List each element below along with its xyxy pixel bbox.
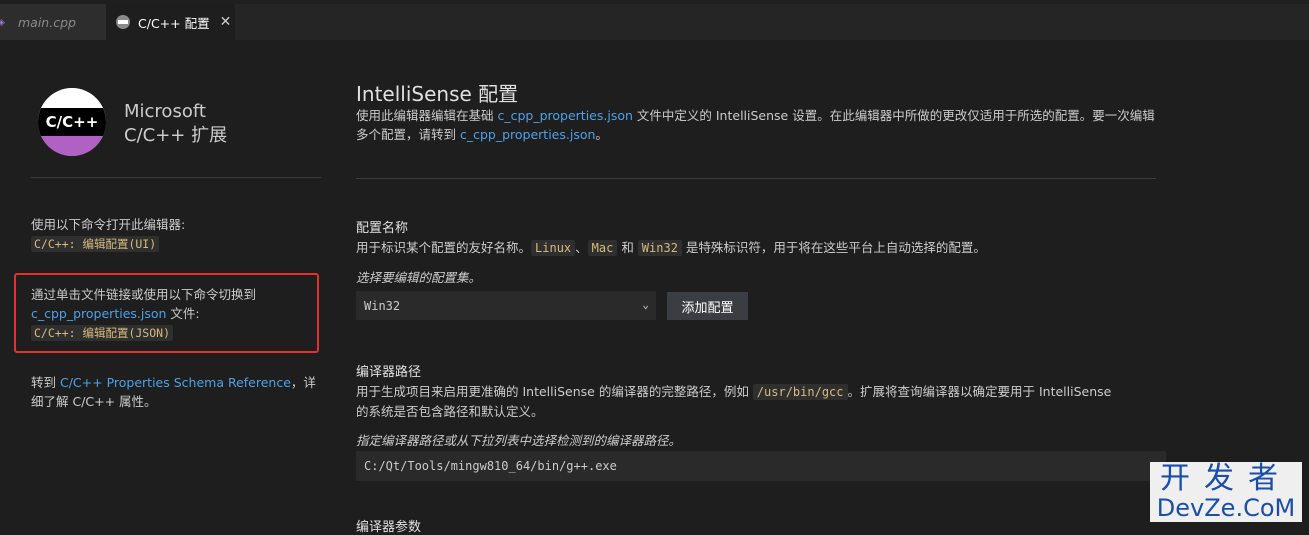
extension-icon xyxy=(116,15,130,29)
tab-label: C/C++ 配置 xyxy=(138,15,210,31)
compiler-path-hint: 指定编译器路径或从下拉列表中选择检测到的编译器路径。 xyxy=(356,433,682,448)
code-gcc-path: /usr/bin/gcc xyxy=(752,384,848,400)
logo-text: C/C++ xyxy=(38,108,106,136)
page-description: 使用此编辑器编辑在基础 c_cpp_properties.json 文件中定义的… xyxy=(356,106,1156,144)
close-icon[interactable]: ✕ xyxy=(220,14,232,30)
desc-json-link-2[interactable]: c_cpp_properties.json xyxy=(460,127,595,142)
compiler-path-description: 用于生成项目来启用更准确的 IntelliSense 的编译器的完整路径，例如 … xyxy=(356,382,1116,421)
extension-title: C/C++ 扩展 xyxy=(124,125,228,146)
open-command-text: 使用以下命令打开此编辑器: xyxy=(31,217,186,232)
cpp-extension-logo: C/C++ xyxy=(38,88,106,156)
desc-json-link-1[interactable]: c_cpp_properties.json xyxy=(497,108,632,123)
desc-text: 用于生成项目来启用更准确的 IntelliSense 的编译器的完整路径，例如 xyxy=(356,384,753,399)
compiler-path-title: 编译器路径 xyxy=(356,365,422,380)
code-win32: Win32 xyxy=(637,240,682,256)
desc-text: 、 xyxy=(575,240,588,255)
ref-prefix: 转到 xyxy=(31,375,60,390)
cpp-file-icon: ◈ xyxy=(0,18,8,28)
add-config-button[interactable]: 添加配置 xyxy=(667,292,748,320)
tab-main-cpp[interactable]: ◈ main.cpp xyxy=(0,4,106,40)
watermark-line2: DevZe.CoM xyxy=(1156,494,1296,522)
desc-text: 使用此编辑器编辑在基础 xyxy=(356,108,498,123)
desc-text: 和 xyxy=(617,240,638,255)
switch-suffix: 文件: xyxy=(166,306,200,321)
code-linux: Linux xyxy=(531,240,576,256)
compiler-args-title: 编译器参数 xyxy=(356,520,422,535)
extension-publisher: Microsoft xyxy=(124,101,206,122)
page-title: IntelliSense 配置 xyxy=(356,82,519,106)
schema-reference-info: 转到 C/C++ Properties Schema Reference，详细了… xyxy=(31,373,321,411)
config-select-value: Win32 xyxy=(364,298,401,313)
chevron-down-icon: ⌄ xyxy=(642,298,649,311)
config-select[interactable]: Win32 ⌄ xyxy=(356,291,656,320)
desc-text: 。 xyxy=(595,127,608,142)
switch-json-info: 通过单击文件链接或使用以下命令切换到 c_cpp_properties.json… xyxy=(31,285,321,343)
config-name-title: 配置名称 xyxy=(356,221,409,236)
tab-label: main.cpp xyxy=(18,14,76,30)
open-command-info: 使用以下命令打开此编辑器: C/C++: 编辑配置(UI) xyxy=(31,215,321,254)
config-name-description: 用于标识某个配置的友好名称。 Linux、 Mac 和 Win32 是特殊标识符，用… xyxy=(356,238,1116,258)
open-command-code: C/C++: 编辑配置(UI) xyxy=(31,236,160,252)
schema-reference-link[interactable]: C/C++ Properties Schema Reference xyxy=(60,375,291,390)
switch-command-code: C/C++: 编辑配置(JSON) xyxy=(31,325,174,341)
desc-text: 用于标识某个配置的友好名称。 xyxy=(356,240,532,255)
extension-name: Microsoft C/C++ 扩展 xyxy=(124,100,227,148)
watermark-line1: 开发者 xyxy=(1160,461,1292,496)
site-watermark: 开发者 DevZe.CoM xyxy=(1150,462,1302,522)
tab-cpp-config[interactable]: C/C++ 配置 ✕ xyxy=(106,4,236,40)
desc-text: 是特殊标识符，用于将在这些平台上自动选择的配置。 xyxy=(681,240,986,255)
editor-tab-bar: ◈ main.cpp C/C++ 配置 ✕ xyxy=(0,0,1309,40)
code-mac: Mac xyxy=(587,240,618,256)
json-file-link[interactable]: c_cpp_properties.json xyxy=(31,306,166,321)
config-name-hint: 选择要编辑的配置集。 xyxy=(356,270,482,285)
left-divider xyxy=(31,177,321,178)
title-divider xyxy=(356,178,1156,179)
compiler-path-input[interactable]: C:/Qt/Tools/mingw810_64/bin/g++.exe xyxy=(356,451,1166,481)
switch-text: 通过单击文件链接或使用以下命令切换到 xyxy=(31,287,257,302)
